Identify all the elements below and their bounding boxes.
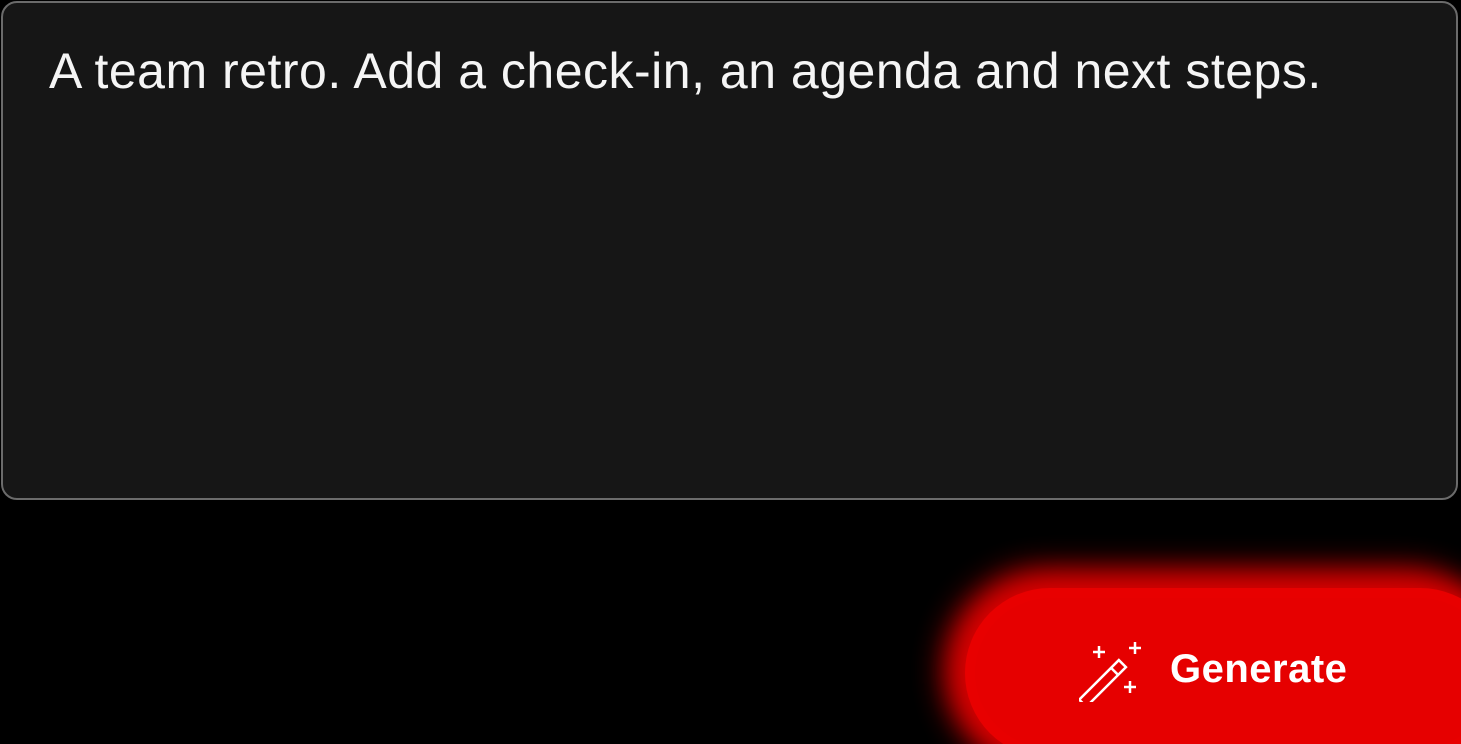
generate-label[interactable]: Generate [1170, 647, 1347, 692]
prompt-textarea[interactable]: A team retro. Add a check-in, an agenda … [1, 1, 1458, 500]
magic-wand-sparkles-icon [1079, 642, 1141, 702]
prompt-text[interactable]: A team retro. Add a check-in, an agenda … [49, 23, 1349, 120]
generator-panel: A team retro. Add a check-in, an agenda … [0, 0, 1461, 744]
generate-button[interactable]: Generate [975, 598, 1461, 744]
